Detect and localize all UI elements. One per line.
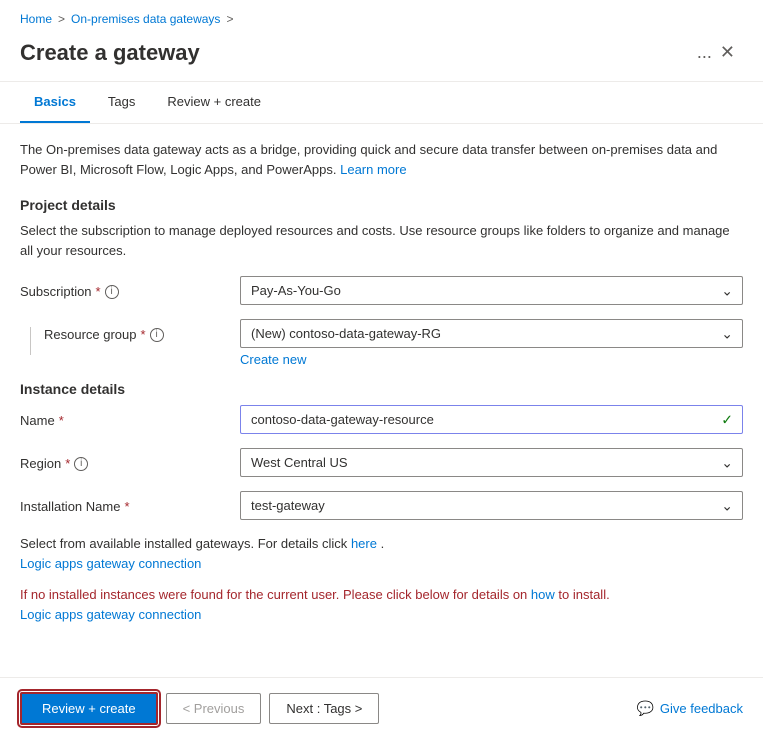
review-create-button[interactable]: Review + create (20, 692, 158, 725)
instance-details-section: Instance details Name * ✓ (20, 381, 743, 520)
subscription-select-wrapper: Pay-As-You-Go (240, 276, 743, 305)
logic-apps-link-2[interactable]: Logic apps gateway connection (20, 607, 201, 622)
region-select[interactable]: West Central US (240, 448, 743, 477)
how-link[interactable]: how (531, 587, 555, 602)
subscription-row: Subscription * i Pay-As-You-Go (20, 276, 743, 305)
name-label: Name * (20, 405, 240, 428)
installation-name-required: * (124, 499, 129, 514)
region-row: Region * i West Central US (20, 448, 743, 477)
page-header: Create a gateway ... ✕ (0, 34, 763, 82)
region-select-wrapper: West Central US (240, 448, 743, 477)
feedback-icon: 💬 (636, 700, 653, 717)
give-feedback-button[interactable]: 💬 Give feedback (636, 700, 743, 717)
tab-tags[interactable]: Tags (94, 82, 149, 123)
resource-group-select[interactable]: (New) contoso-data-gateway-RG (240, 319, 743, 348)
region-info-icon[interactable]: i (74, 457, 88, 471)
installation-name-select-wrapper: test-gateway (240, 491, 743, 520)
project-details-title: Project details (20, 197, 743, 213)
resource-group-label-wrap: Resource group * i (44, 319, 240, 342)
logic-apps-link-1[interactable]: Logic apps gateway connection (20, 556, 201, 571)
tab-review-create[interactable]: Review + create (153, 82, 275, 123)
page-container: Home > On-premises data gateways > Creat… (0, 0, 763, 700)
tab-basics[interactable]: Basics (20, 82, 90, 123)
gateway-info-message: Select from available installed gateways… (20, 534, 743, 573)
region-required: * (65, 456, 70, 471)
previous-button[interactable]: < Previous (166, 693, 262, 724)
resource-group-label: Resource group (44, 327, 137, 342)
resource-group-row: Resource group * i (New) contoso-data-ga… (20, 319, 743, 367)
installation-name-control: test-gateway (240, 491, 743, 520)
name-input[interactable] (240, 405, 743, 434)
breadcrumb: Home > On-premises data gateways > (0, 0, 763, 34)
installation-name-label: Installation Name * (20, 491, 240, 514)
region-control: West Central US (240, 448, 743, 477)
close-button[interactable]: ✕ (712, 38, 743, 67)
name-valid-icon: ✓ (721, 411, 733, 428)
subscription-info-icon[interactable]: i (105, 285, 119, 299)
gateway-description: The On-premises data gateway acts as a b… (20, 140, 743, 179)
footer: Review + create < Previous Next : Tags >… (0, 677, 763, 739)
breadcrumb-sep1: > (58, 12, 65, 26)
subscription-required: * (96, 284, 101, 299)
warning-message: If no installed instances were found for… (20, 585, 743, 624)
breadcrumb-sep2: > (226, 12, 233, 26)
name-control: ✓ (240, 405, 743, 434)
next-button[interactable]: Next : Tags > (269, 693, 379, 724)
installation-name-select[interactable]: test-gateway (240, 491, 743, 520)
more-options-icon[interactable]: ... (697, 42, 712, 63)
installation-name-row: Installation Name * test-gateway (20, 491, 743, 520)
resource-group-control: (New) contoso-data-gateway-RG Create new (240, 319, 743, 367)
name-required: * (59, 413, 64, 428)
instance-details-title: Instance details (20, 381, 743, 397)
name-row: Name * ✓ (20, 405, 743, 434)
tab-bar: Basics Tags Review + create (0, 82, 763, 124)
here-link-1[interactable]: here (351, 536, 377, 551)
subscription-label: Subscription * i (20, 276, 240, 299)
main-content: The On-premises data gateway acts as a b… (0, 140, 763, 700)
rg-required: * (141, 327, 146, 342)
rg-select-wrapper: (New) contoso-data-gateway-RG (240, 319, 743, 348)
page-title: Create a gateway (20, 40, 687, 66)
region-label: Region * i (20, 448, 240, 471)
indent-line (20, 319, 44, 355)
content-area: The On-premises data gateway acts as a b… (0, 140, 763, 640)
breadcrumb-home[interactable]: Home (20, 12, 52, 26)
subscription-control: Pay-As-You-Go (240, 276, 743, 305)
subscription-select[interactable]: Pay-As-You-Go (240, 276, 743, 305)
project-details-desc: Select the subscription to manage deploy… (20, 221, 743, 260)
learn-more-link[interactable]: Learn more (340, 162, 406, 177)
breadcrumb-parent[interactable]: On-premises data gateways (71, 12, 220, 26)
create-new-link[interactable]: Create new (240, 352, 743, 367)
name-input-wrapper: ✓ (240, 405, 743, 434)
rg-info-icon[interactable]: i (150, 328, 164, 342)
